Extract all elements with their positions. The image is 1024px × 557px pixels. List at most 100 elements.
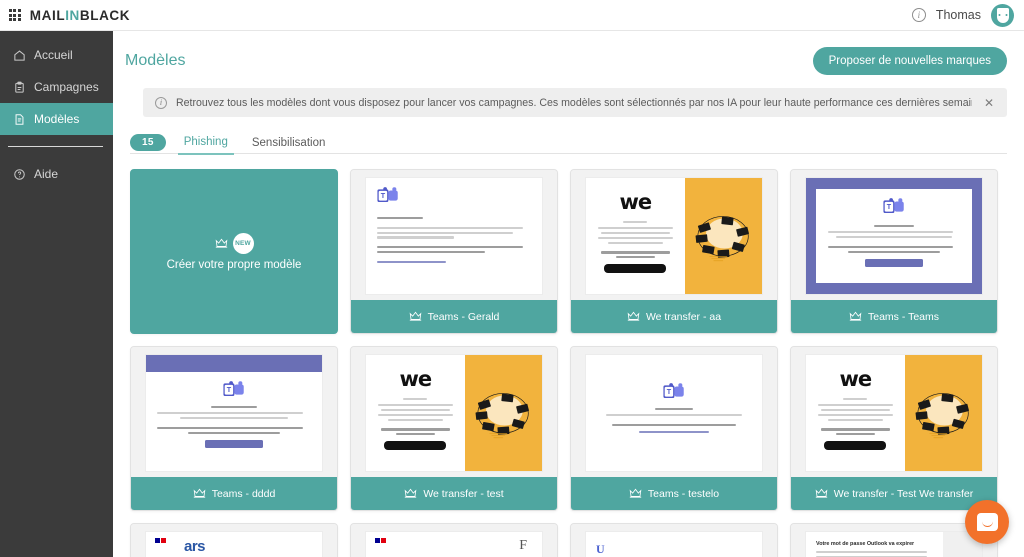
svg-text:T: T (381, 191, 386, 200)
email-preview-ars: ars (145, 531, 323, 557)
template-name: We transfer - aa (645, 310, 722, 323)
template-thumbnail: T (791, 170, 997, 302)
user-name[interactable]: Thomas (936, 8, 981, 22)
sidebar-item-campagnes[interactable]: Campagnes (0, 71, 113, 103)
template-card-label: Teams - Teams (791, 300, 997, 333)
template-card[interactable]: we (790, 346, 998, 511)
template-card[interactable]: we (570, 169, 778, 334)
template-card-label: We transfer - Test We transfer (791, 477, 997, 510)
avatar-eyes-icon (998, 13, 1007, 16)
teams-cta-button (205, 439, 263, 448)
template-thumbnail: we (791, 347, 997, 479)
email-preview-teams: T (585, 354, 763, 472)
sidebar-item-modeles[interactable]: Modèles (0, 103, 113, 135)
wetransfer-cta-button (384, 441, 447, 451)
question-circle-icon (13, 168, 26, 181)
u-logo: U (596, 542, 605, 556)
document-icon (13, 113, 26, 126)
sidebar-divider (8, 146, 103, 147)
outlook-mail-body (816, 551, 933, 557)
email-preview-gov: F (365, 531, 543, 557)
crown-icon (629, 488, 642, 498)
template-card[interactable]: T Teams - Gerald (350, 169, 558, 334)
template-card[interactable]: ars (130, 523, 338, 557)
parcels-illustration-icon (695, 215, 750, 261)
avatar[interactable] (991, 3, 1014, 27)
top-bar-right: i Thomas (911, 3, 1024, 27)
email-preview-teams: T (365, 177, 543, 295)
microsoft-teams-icon: T (223, 381, 244, 397)
page-title: Modèles (125, 52, 186, 69)
template-card-label: Teams - dddd (131, 477, 337, 510)
wetransfer-cta-button (604, 264, 667, 274)
info-icon[interactable]: i (911, 8, 926, 22)
crown-icon (404, 488, 417, 498)
template-thumbnail: T (131, 347, 337, 479)
template-card[interactable]: T Teams - Teams (790, 169, 998, 334)
email-preview-u: U (585, 531, 763, 557)
f-logo: F (519, 538, 527, 553)
tab-sensibilisation[interactable]: Sensibilisation (246, 137, 332, 154)
sidebar-item-label: Aide (34, 167, 59, 181)
template-name: Teams - Gerald (427, 310, 500, 323)
wetransfer-logo: we (839, 367, 872, 391)
ars-logo: ars (184, 538, 206, 555)
crown-icon (815, 488, 828, 498)
wetransfer-illustration (904, 355, 982, 471)
template-card-label: Teams - testelo (571, 477, 777, 510)
svg-text:T: T (887, 202, 892, 211)
template-thumbnail: ars (131, 524, 337, 557)
microsoft-teams-icon: T (883, 198, 904, 214)
email-preview-wetransfer: we (805, 354, 983, 472)
brand-logo[interactable]: MAILINBLACK (0, 0, 130, 30)
template-card-create-own[interactable]: NEW Créer votre propre modèle (130, 169, 338, 334)
chat-launcher-button[interactable] (965, 500, 1009, 544)
template-count-badge: 15 (130, 133, 166, 151)
crown-icon (627, 311, 640, 321)
info-banner-text: Retrouvez tous les modèles dont vous dis… (176, 96, 972, 109)
parcels-illustration-icon (475, 392, 530, 438)
new-badge: NEW (232, 232, 254, 254)
outlook-mail-title: Votre mot de passe Outlook va expirer (816, 541, 915, 547)
wetransfer-illustration (464, 355, 542, 471)
template-card[interactable]: F (350, 523, 558, 557)
clipboard-icon (13, 81, 26, 94)
info-icon: i (155, 96, 167, 109)
template-thumbnail: we (571, 170, 777, 302)
template-card[interactable]: T Teams - dddd (130, 346, 338, 511)
template-thumbnail: F (351, 524, 557, 557)
tabs-bar: 15 Phishing Sensibilisation (130, 131, 1007, 155)
wetransfer-logo: we (399, 367, 432, 391)
sidebar: Accueil Campagnes Modèles Aide (0, 31, 113, 557)
wetransfer-logo: we (619, 190, 652, 214)
template-name: Teams - Teams (868, 310, 939, 323)
email-preview-wetransfer: we (365, 354, 543, 472)
template-name: Teams - dddd (211, 487, 276, 500)
page-header: Modèles Proposer de nouvelles marques (113, 31, 1024, 75)
template-thumbnail: U (571, 524, 777, 557)
microsoft-teams-icon: T (377, 187, 398, 203)
create-card-label: Créer votre propre modèle (166, 258, 302, 271)
create-card-icons: NEW (215, 232, 254, 254)
template-card[interactable]: T Teams - testelo (570, 346, 778, 511)
crown-icon (193, 488, 206, 498)
grid-apps-icon[interactable] (9, 9, 21, 21)
template-thumbnail: we (351, 347, 557, 479)
template-name: Teams - testelo (647, 487, 720, 500)
template-card[interactable]: we (350, 346, 558, 511)
sidebar-item-aide[interactable]: Aide (0, 158, 113, 190)
email-preview-teams-purple: T (805, 177, 983, 295)
email-header-bar (146, 355, 322, 372)
template-thumbnail: T (571, 347, 777, 479)
sidebar-item-accueil[interactable]: Accueil (0, 39, 113, 71)
template-card[interactable]: U (570, 523, 778, 557)
tab-phishing[interactable]: Phishing (177, 136, 234, 155)
svg-text:T: T (227, 385, 232, 394)
brand-name: MAILINBLACK (30, 8, 130, 23)
propose-brands-button[interactable]: Proposer de nouvelles marques (812, 47, 1007, 75)
svg-text:T: T (667, 387, 672, 396)
email-preview-teams-bar: T (145, 354, 323, 472)
close-icon[interactable]: ✕ (981, 96, 997, 110)
sidebar-item-label: Accueil (34, 48, 73, 62)
microsoft-teams-icon: T (663, 383, 684, 399)
